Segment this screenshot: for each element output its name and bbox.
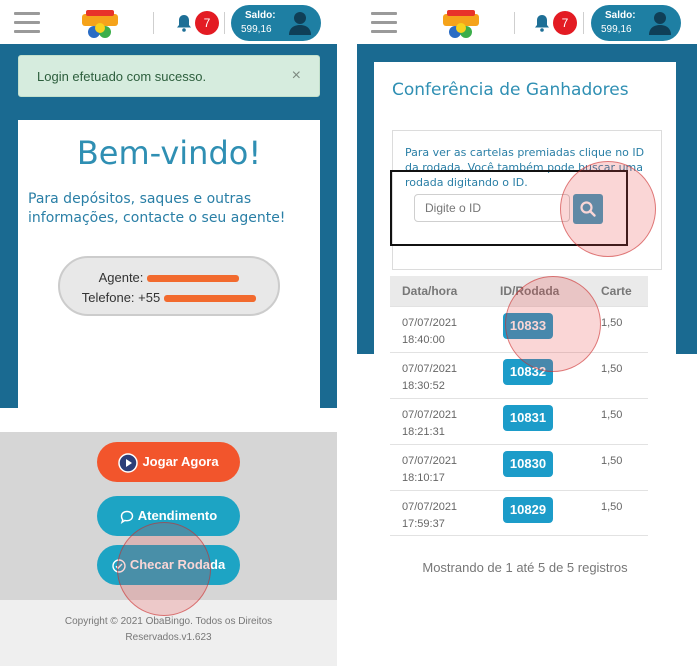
header-divider bbox=[153, 12, 154, 34]
phone-row: Telefone: +55 bbox=[60, 290, 278, 305]
obabingo-logo[interactable] bbox=[439, 6, 483, 40]
balance-label: Saldo: bbox=[605, 10, 636, 21]
table-row: 07/07/2021 18:10:17 10830 1,50 bbox=[390, 444, 648, 490]
welcome-card: Bem-vindo! Para depósitos, saques e outr… bbox=[18, 120, 320, 416]
row-card-value: 1,50 bbox=[601, 363, 623, 375]
round-id-button[interactable]: 10833 bbox=[503, 313, 553, 339]
copyright-text: Copyright © 2021 ObaBingo. Todos os Dire… bbox=[64, 616, 273, 627]
success-alert: Login efetuado com sucesso. × bbox=[18, 55, 320, 97]
winners-card: Conferência de Ganhadores Para ver as ca… bbox=[374, 62, 676, 666]
header-divider bbox=[224, 12, 225, 34]
round-id-button[interactable]: 10831 bbox=[503, 405, 553, 431]
row-datetime: 07/07/2021 18:30:52 bbox=[402, 363, 458, 392]
alert-text: Login efetuado com sucesso. bbox=[37, 69, 207, 84]
col-round-id: ID/Rodada bbox=[500, 284, 560, 298]
notification-badge[interactable]: 7 bbox=[195, 11, 219, 35]
table-row: 07/07/2021 17:59:37 10829 1,50 bbox=[390, 490, 648, 536]
menu-icon[interactable] bbox=[371, 12, 397, 34]
row-card-value: 1,50 bbox=[601, 317, 623, 329]
row-card-value: 1,50 bbox=[601, 409, 623, 421]
col-card: Carte bbox=[601, 284, 632, 298]
balance-value: 599,16 bbox=[241, 24, 272, 35]
check-circle-icon bbox=[112, 558, 126, 573]
round-id-input[interactable]: Digite o ID bbox=[414, 194, 570, 222]
search-button[interactable] bbox=[573, 194, 603, 224]
menu-icon[interactable] bbox=[14, 12, 40, 34]
top-header: 7 Saldo: 599,16 bbox=[357, 0, 697, 44]
support-button[interactable]: Atendimento bbox=[97, 496, 240, 536]
user-icon[interactable] bbox=[289, 11, 311, 35]
table-header: Data/hora ID/Rodada Carte bbox=[390, 276, 648, 306]
check-round-button[interactable]: Checar Rodada bbox=[97, 545, 240, 585]
redacted-phone bbox=[164, 295, 257, 303]
close-icon[interactable]: × bbox=[292, 67, 301, 85]
agent-row: Agente: bbox=[60, 270, 278, 285]
round-id-button[interactable]: 10830 bbox=[503, 451, 553, 477]
bell-icon[interactable] bbox=[176, 14, 192, 32]
chat-icon bbox=[120, 510, 133, 524]
user-icon[interactable] bbox=[649, 11, 671, 35]
search-icon bbox=[580, 201, 596, 217]
agent-contact-box: Agente: Telefone: +55 bbox=[58, 256, 280, 316]
balance-value: 599,16 bbox=[601, 24, 632, 35]
row-datetime: 07/07/2021 18:40:00 bbox=[402, 317, 458, 346]
page-title: Conferência de Ganhadores bbox=[392, 80, 629, 100]
table-row: 07/07/2021 18:30:52 10832 1,50 bbox=[390, 352, 648, 398]
balance-pill[interactable]: Saldo: 599,16 bbox=[591, 5, 681, 41]
row-card-value: 1,50 bbox=[601, 501, 623, 513]
version-text: Reservados.v1.623 bbox=[125, 632, 212, 643]
home-screen: 7 Saldo: 599,16 Login efetuado com suces… bbox=[0, 0, 337, 666]
balance-pill[interactable]: Saldo: 599,16 bbox=[231, 5, 321, 41]
obabingo-logo[interactable] bbox=[78, 6, 122, 40]
header-divider bbox=[583, 12, 584, 34]
agent-info-text: Para depósitos, saques e outras informaç… bbox=[28, 191, 286, 226]
check-round-label: Checar Rodada bbox=[129, 557, 226, 572]
play-now-button[interactable]: Jogar Agora bbox=[97, 442, 240, 482]
balance-label: Saldo: bbox=[245, 10, 276, 21]
row-datetime: 07/07/2021 18:10:17 bbox=[402, 455, 458, 484]
agent-label: Agente: bbox=[98, 270, 144, 285]
header-divider bbox=[514, 12, 515, 34]
redacted-agent-name bbox=[147, 275, 240, 283]
row-datetime: 07/07/2021 17:59:37 bbox=[402, 501, 458, 530]
footer: Copyright © 2021 ObaBingo. Todos os Dire… bbox=[0, 600, 337, 666]
table-row: 07/07/2021 18:40:00 10833 1,50 bbox=[390, 306, 648, 352]
bell-icon[interactable] bbox=[534, 14, 550, 32]
table-row: 07/07/2021 18:21:31 10831 1,50 bbox=[390, 398, 648, 444]
row-datetime: 07/07/2021 18:21:31 bbox=[402, 409, 458, 438]
top-header: 7 Saldo: 599,16 bbox=[0, 0, 337, 44]
round-id-button[interactable]: 10832 bbox=[503, 359, 553, 385]
play-icon bbox=[118, 452, 139, 473]
col-datetime: Data/hora bbox=[402, 284, 458, 298]
notification-badge[interactable]: 7 bbox=[553, 11, 577, 35]
pagination-info: Mostrando de 1 até 5 de 5 registros bbox=[422, 560, 628, 575]
phone-label: Telefone: +55 bbox=[81, 290, 161, 305]
support-label: Atendimento bbox=[137, 508, 218, 523]
row-card-value: 1,50 bbox=[601, 455, 623, 467]
play-now-label: Jogar Agora bbox=[142, 454, 219, 469]
welcome-title: Bem-vindo! bbox=[76, 134, 262, 172]
round-id-button[interactable]: 10829 bbox=[503, 497, 553, 523]
winners-screen: 7 Saldo: 599,16 Conferência de Ganhadore… bbox=[357, 0, 697, 666]
